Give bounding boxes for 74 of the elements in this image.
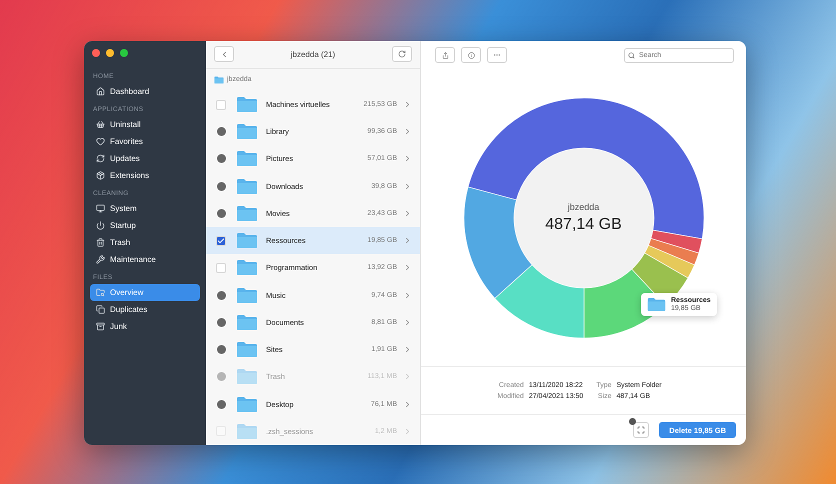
folder-icon	[236, 422, 258, 440]
heart-icon	[96, 137, 105, 146]
sidebar-item[interactable]: Dashboard	[90, 83, 200, 100]
trash-icon	[96, 238, 105, 247]
folder-icon	[236, 232, 258, 250]
refresh-button[interactable]	[392, 46, 412, 62]
folder-icon	[236, 286, 258, 304]
refresh-icon	[398, 50, 406, 58]
package-icon	[96, 171, 105, 180]
chevron-icon	[403, 208, 412, 218]
folder-icon	[236, 204, 258, 222]
folder-icon	[647, 297, 666, 312]
info-icon[interactable]	[216, 208, 226, 218]
share-icon	[442, 52, 448, 58]
info-icon[interactable]	[216, 400, 226, 409]
small-folder-icon	[214, 76, 224, 84]
chevron-icon	[403, 426, 412, 436]
badge-dot	[629, 418, 636, 425]
home-icon	[96, 87, 105, 96]
sidebar-item[interactable]: Junk	[90, 318, 200, 335]
chevron-icon	[403, 318, 412, 327]
info-icon[interactable]	[216, 345, 226, 354]
chevron-icon	[403, 182, 412, 191]
sidebar-item[interactable]: System	[90, 200, 200, 217]
info-icon	[468, 52, 474, 58]
info-icon[interactable]	[216, 127, 226, 136]
folder-icon	[236, 396, 258, 413]
folder-icon	[236, 178, 258, 195]
chevron-icon	[403, 263, 412, 272]
sidebar-item[interactable]: Updates	[90, 150, 200, 167]
chart-folder-name: jbzedda	[568, 202, 600, 212]
sidebar-item[interactable]: Trash	[90, 234, 200, 251]
folder-icon	[236, 314, 258, 331]
monitor-icon	[96, 204, 105, 213]
info-icon[interactable]	[216, 154, 226, 164]
folder-icon	[236, 341, 258, 358]
power-icon	[96, 221, 105, 230]
chevron-icon	[403, 290, 412, 300]
chevron-icon	[403, 100, 412, 109]
folder-title: jbzedda (21)	[290, 50, 336, 59]
copy-icon	[96, 305, 105, 314]
folder-icon	[236, 123, 258, 140]
info-icon[interactable]	[216, 182, 226, 191]
folder-search-icon	[96, 288, 105, 297]
folder-icon	[236, 150, 258, 168]
chevron-icon	[403, 400, 412, 409]
chevron-icon	[403, 154, 412, 164]
folder-icon	[236, 368, 258, 386]
info-button[interactable]	[461, 47, 481, 63]
sidebar-item[interactable]: Startup	[90, 217, 200, 234]
archive-icon	[96, 322, 105, 331]
sidebar-item[interactable]: Favorites	[90, 133, 200, 150]
checkbox[interactable]	[216, 100, 226, 110]
chevron-icon	[403, 236, 412, 246]
info-icon[interactable]	[216, 318, 226, 327]
folder-icon	[236, 96, 258, 113]
checkbox[interactable]	[216, 262, 226, 273]
wrench-icon	[96, 255, 105, 264]
refresh-icon	[96, 154, 105, 163]
chevron-icon	[403, 345, 412, 354]
sidebar-item[interactable]: Maintenance	[90, 251, 200, 268]
info-icon[interactable]	[216, 290, 226, 300]
expand-icon	[637, 426, 646, 434]
search-icon	[628, 52, 635, 58]
sidebar-item[interactable]: Extensions	[90, 167, 200, 184]
chart-total: 487,14 GB	[545, 216, 622, 234]
basket-icon	[96, 120, 105, 129]
chevron-icon	[403, 372, 412, 382]
folder-icon	[236, 259, 258, 276]
share-button[interactable]	[435, 47, 455, 63]
sidebar-item[interactable]: Duplicates	[90, 301, 200, 318]
sidebar-item[interactable]: Uninstall	[90, 116, 200, 133]
chevron-icon	[403, 127, 412, 136]
checkbox[interactable]	[216, 236, 226, 246]
